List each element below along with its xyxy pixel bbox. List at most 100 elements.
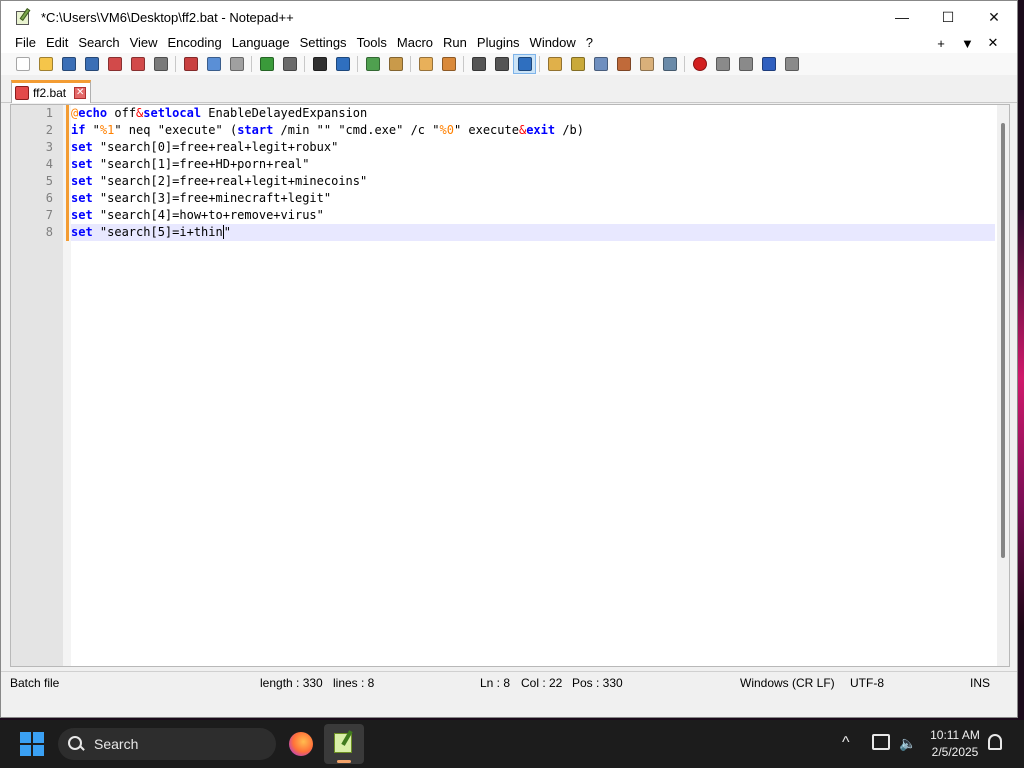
redo-icon[interactable] xyxy=(278,54,301,74)
folder-workspace-icon[interactable] xyxy=(635,54,658,74)
code-token: EnableDelayedExpansion xyxy=(201,106,368,120)
new-tab-plus-icon[interactable]: + xyxy=(935,36,947,51)
menu-language[interactable]: Language xyxy=(227,33,295,53)
monitoring-icon[interactable] xyxy=(658,54,681,74)
code-line[interactable]: set "search[4]=how+to+remove+virus" xyxy=(71,207,995,224)
menu-file[interactable]: File xyxy=(10,33,41,53)
menu-view[interactable]: View xyxy=(125,33,163,53)
editor-area[interactable]: 1 2 3 4 5 6 7 8 @echo off&setlocal EnableDelaye… xyxy=(10,104,1010,667)
stop-record-icon[interactable] xyxy=(711,54,734,74)
code-token: setlocal xyxy=(143,106,202,120)
notification-bell-icon[interactable] xyxy=(988,734,1002,750)
line-number: 6 xyxy=(45,191,53,205)
volume-icon[interactable]: 🔈 xyxy=(899,735,916,752)
save-icon[interactable] xyxy=(57,54,80,74)
menu-window[interactable]: Window xyxy=(525,33,581,53)
status-encoding[interactable]: UTF-8 xyxy=(850,672,884,694)
code-token: %0 xyxy=(439,123,454,137)
code-token: exit xyxy=(526,123,556,137)
save-all-icon[interactable] xyxy=(80,54,103,74)
clock-date: 2/5/2025 xyxy=(931,745,979,759)
open-file-icon[interactable] xyxy=(34,54,57,74)
taskbar-search-label: Search xyxy=(94,736,139,752)
code-token: "search[4]=how+to+remove+virus" xyxy=(92,208,324,222)
menu-help[interactable]: ? xyxy=(581,33,598,53)
doc-map-icon[interactable] xyxy=(566,54,589,74)
firefox-icon[interactable] xyxy=(289,732,313,756)
network-icon[interactable] xyxy=(872,734,890,750)
code-text[interactable]: @echo off&setlocal EnableDelayedExpansio… xyxy=(71,105,995,666)
indent-guide-icon[interactable] xyxy=(513,54,536,74)
function-list-icon[interactable] xyxy=(612,54,635,74)
paste-icon[interactable] xyxy=(225,54,248,74)
tab-close-icon[interactable]: ✕ xyxy=(74,87,87,99)
code-token: start xyxy=(237,123,274,137)
close-tab-icon[interactable]: ✕ xyxy=(987,35,999,51)
unsaved-file-icon xyxy=(15,86,29,100)
find-icon[interactable] xyxy=(308,54,331,74)
code-token: set xyxy=(71,140,93,154)
close-icon[interactable] xyxy=(103,54,126,74)
notepadpp-taskbar-icon[interactable] xyxy=(324,724,364,764)
status-lines: lines : 8 xyxy=(333,676,375,690)
sync-h-icon[interactable] xyxy=(437,54,460,74)
code-token: %1 xyxy=(99,123,115,137)
menu-macro[interactable]: Macro xyxy=(392,33,438,53)
code-line[interactable]: @echo off&setlocal EnableDelayedExpansio… xyxy=(71,105,995,122)
window-controls: — ☐ ✕ xyxy=(879,1,1017,33)
menu-right-controls: + ▼ ✕ xyxy=(935,33,999,53)
taskbar-clock[interactable]: 10:11 AM 2/5/2025 xyxy=(920,727,990,761)
menu-settings[interactable]: Settings xyxy=(295,33,352,53)
sync-v-icon[interactable] xyxy=(414,54,437,74)
vertical-scrollbar[interactable] xyxy=(997,105,1009,666)
code-line[interactable]: if "%1" neq "execute" (start /min "" "cm… xyxy=(71,122,995,139)
code-token: /b) xyxy=(555,123,585,137)
save-macro-icon[interactable] xyxy=(780,54,803,74)
copy-icon[interactable] xyxy=(202,54,225,74)
word-wrap-icon[interactable] xyxy=(467,54,490,74)
minimize-button[interactable]: — xyxy=(879,1,925,33)
run-macro-multiple-icon[interactable] xyxy=(757,54,780,74)
print-icon[interactable] xyxy=(149,54,172,74)
new-file-icon[interactable] xyxy=(11,54,34,74)
zoom-out-icon[interactable] xyxy=(384,54,407,74)
tray-overflow-chevron-icon[interactable]: ^ xyxy=(842,734,850,752)
toolbar-separator xyxy=(175,56,176,72)
zoom-in-icon[interactable] xyxy=(361,54,384,74)
vertical-scrollbar-thumb[interactable] xyxy=(1001,123,1005,558)
define-lang-icon[interactable] xyxy=(543,54,566,74)
code-line[interactable]: set "search[2]=free+real+legit+minecoins… xyxy=(71,173,995,190)
line-number: 3 xyxy=(45,140,53,154)
code-line[interactable]: set "search[5]=i+thin" xyxy=(71,224,995,241)
title-bar[interactable]: *C:\Users\VM6\Desktop\ff2.bat - Notepad+… xyxy=(1,1,1017,33)
line-number: 4 xyxy=(45,157,53,171)
tab-list-dropdown-icon[interactable]: ▼ xyxy=(961,36,974,51)
maximize-button[interactable]: ☐ xyxy=(925,1,971,33)
toolbar-separator xyxy=(684,56,685,72)
status-eol[interactable]: Windows (CR LF) xyxy=(740,672,835,694)
close-all-icon[interactable] xyxy=(126,54,149,74)
code-line[interactable]: set "search[1]=free+HD+porn+real" xyxy=(71,156,995,173)
play-macro-icon[interactable] xyxy=(734,54,757,74)
status-insert-mode[interactable]: INS xyxy=(970,672,990,694)
close-button[interactable]: ✕ xyxy=(971,1,1017,33)
record-macro-icon[interactable] xyxy=(688,54,711,74)
windows-start-icon[interactable] xyxy=(20,732,44,756)
taskbar-search-box[interactable]: Search xyxy=(58,728,276,760)
undo-icon[interactable] xyxy=(255,54,278,74)
notepadpp-app-icon[interactable] xyxy=(15,8,33,26)
line-number: 1 xyxy=(45,106,53,120)
menu-run[interactable]: Run xyxy=(438,33,472,53)
menu-search[interactable]: Search xyxy=(73,33,124,53)
code-line[interactable]: set "search[0]=free+real+legit+robux" xyxy=(71,139,995,156)
cut-icon[interactable] xyxy=(179,54,202,74)
menu-edit[interactable]: Edit xyxy=(41,33,73,53)
doc-list-icon[interactable] xyxy=(589,54,612,74)
all-chars-icon[interactable] xyxy=(490,54,513,74)
code-line[interactable]: set "search[3]=free+minecraft+legit" xyxy=(71,190,995,207)
menu-tools[interactable]: Tools xyxy=(352,33,392,53)
replace-icon[interactable] xyxy=(331,54,354,74)
menu-encoding[interactable]: Encoding xyxy=(163,33,227,53)
menu-plugins[interactable]: Plugins xyxy=(472,33,525,53)
tab-ff2-bat[interactable]: ff2.bat ✕ xyxy=(11,80,91,103)
